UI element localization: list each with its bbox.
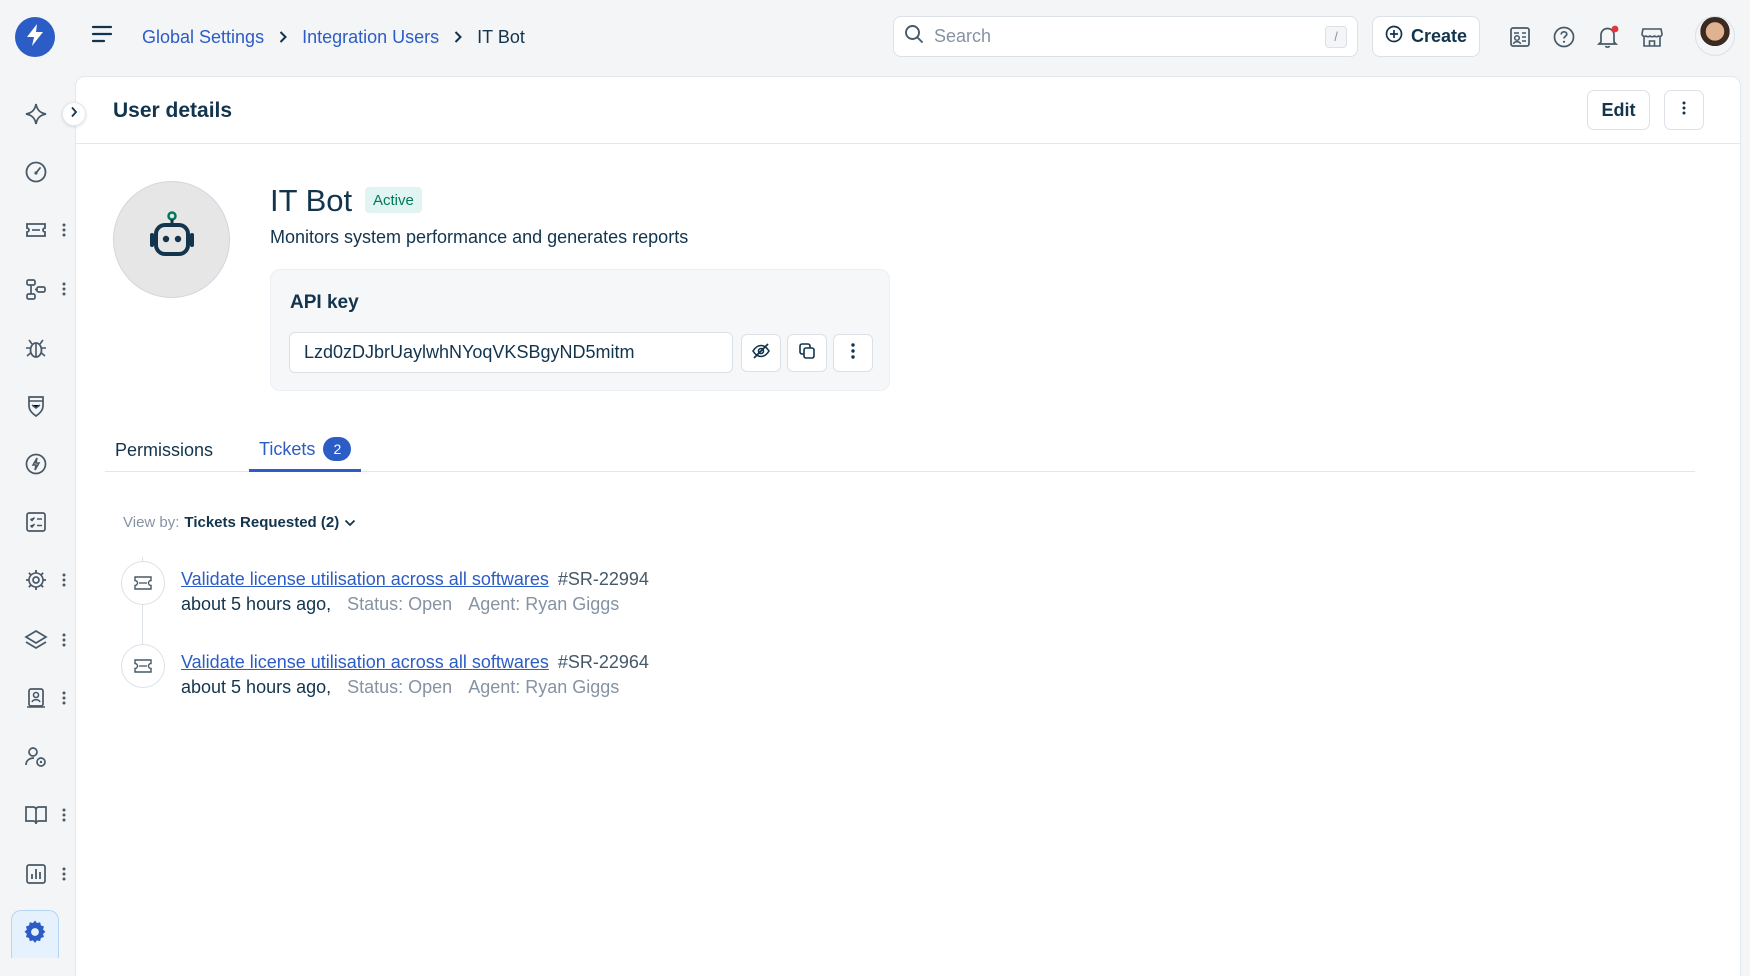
ticket-link[interactable]: Validate license utilisation across all … (181, 652, 549, 672)
bolt-icon[interactable] (20, 448, 52, 480)
ticket-agent: Agent: Ryan Giggs (468, 677, 620, 697)
ticket-status: Status: Open (347, 677, 453, 697)
chevron-right-icon (70, 105, 78, 123)
plus-circle-icon (1385, 25, 1403, 48)
ticket-time: about 5 hours ago, (181, 594, 332, 614)
user-avatar[interactable] (1695, 16, 1735, 56)
layers-icon[interactable] (20, 624, 52, 656)
search-input[interactable] (934, 26, 1325, 47)
ticket-title-row: Validate license utilisation across all … (181, 569, 649, 590)
chevron-right-icon (278, 30, 288, 44)
chevron-right-icon (453, 30, 463, 44)
detail-tabs: Permissions Tickets 2 (105, 429, 1695, 472)
settings-more-icon[interactable] (58, 568, 70, 592)
tab-tickets-label: Tickets (259, 438, 316, 459)
dashboard-icon[interactable] (20, 156, 52, 188)
tab-permissions-label: Permissions (115, 440, 214, 460)
card-header: User details Edit (76, 77, 1740, 144)
contact-icon[interactable] (20, 682, 52, 714)
sparkle-icon[interactable] (20, 98, 52, 130)
ticket-icon[interactable] (20, 214, 52, 246)
sidebar-item-admin-settings[interactable] (11, 910, 59, 958)
api-key-more-button[interactable] (833, 334, 873, 372)
search-icon (904, 24, 924, 49)
breadcrumb-current: IT Bot (477, 26, 525, 47)
global-search[interactable]: / (893, 16, 1358, 57)
ticket-item: Validate license utilisation across all … (121, 644, 1021, 704)
eye-slash-icon (751, 342, 771, 365)
toggle-visibility-button[interactable] (741, 334, 781, 372)
api-key-title: API key (290, 292, 359, 313)
view-by-label: View by: (123, 514, 180, 531)
page-title: User details (113, 99, 233, 122)
search-shortcut-hint: / (1325, 25, 1347, 48)
ticket-status: Status: Open (347, 594, 453, 614)
ticket-agent: Agent: Ryan Giggs (468, 594, 620, 614)
chevron-down-icon (344, 514, 356, 531)
sidebar (0, 0, 75, 976)
view-by-filter: View by: Tickets Requested (2) (123, 514, 356, 531)
gear-icon (22, 919, 48, 950)
ticket-icon (121, 561, 165, 605)
sidebar-expand-button[interactable] (62, 102, 86, 126)
checklist-icon[interactable] (20, 506, 52, 538)
lightning-logo-icon (24, 23, 46, 52)
contact-card-icon[interactable] (1505, 22, 1535, 52)
ticket-link[interactable]: Validate license utilisation across all … (181, 569, 549, 589)
ticket-meta-row: about 5 hours ago, Status: Open Agent: R… (181, 594, 619, 615)
breadcrumb: Global Settings Integration Users IT Bot (142, 24, 525, 50)
layers-more-icon[interactable] (58, 628, 70, 652)
book-icon[interactable] (20, 799, 52, 831)
shield-icon[interactable] (20, 390, 52, 422)
edit-button[interactable]: Edit (1587, 90, 1650, 130)
workflow-icon[interactable] (20, 273, 52, 305)
ticket-id: #SR-22994 (557, 569, 649, 589)
settings-cog-icon[interactable] (20, 564, 52, 596)
breadcrumb-global-settings[interactable]: Global Settings (142, 27, 264, 48)
contact-more-icon[interactable] (58, 686, 70, 710)
bug-icon[interactable] (20, 332, 52, 364)
copy-button[interactable] (787, 334, 827, 372)
bot-avatar (113, 181, 230, 298)
book-more-icon[interactable] (58, 803, 70, 827)
ticket-item: Validate license utilisation across all … (121, 561, 1021, 621)
marketplace-icon[interactable] (1637, 22, 1667, 52)
api-key-panel: API key Lzd0zDJbrUaylwhNYoqVKSBgyND5mitm (270, 269, 890, 391)
ticket-time: about 5 hours ago, (181, 677, 332, 697)
kebab-menu-icon (1682, 101, 1686, 120)
status-badge: Active (365, 187, 422, 213)
notification-bell-icon[interactable] (1593, 22, 1623, 52)
robot-icon (144, 209, 200, 270)
reports-more-icon[interactable] (58, 862, 70, 886)
ticket-meta-row: about 5 hours ago, Status: Open Agent: R… (181, 677, 619, 698)
hamburger-icon (91, 25, 113, 48)
user-details-card: User details Edit IT Bot Active Monitors… (75, 76, 1741, 976)
breadcrumb-integration-users[interactable]: Integration Users (302, 27, 439, 48)
reports-icon[interactable] (20, 858, 52, 890)
api-key-field[interactable]: Lzd0zDJbrUaylwhNYoqVKSBgyND5mitm (289, 332, 733, 373)
menu-toggle-button[interactable] (88, 22, 116, 50)
view-by-value: Tickets Requested (2) (184, 514, 340, 531)
tab-tickets-count: 2 (323, 437, 352, 461)
ticket-title-row: Validate license utilisation across all … (181, 652, 649, 673)
user-name: IT Bot (270, 183, 353, 218)
workflow-more-icon[interactable] (58, 277, 70, 301)
create-button-label: Create (1410, 26, 1468, 46)
help-icon[interactable] (1549, 22, 1579, 52)
more-actions-button[interactable] (1664, 90, 1704, 130)
user-description: Monitors system performance and generate… (270, 227, 689, 247)
app-logo[interactable] (15, 17, 55, 57)
ticket-more-icon[interactable] (58, 218, 70, 242)
tab-tickets[interactable]: Tickets 2 (249, 429, 362, 472)
create-button[interactable]: Create (1372, 16, 1480, 57)
kebab-menu-icon (851, 342, 855, 364)
ticket-id: #SR-22964 (557, 652, 649, 672)
copy-icon (798, 342, 816, 365)
user-settings-icon[interactable] (20, 741, 52, 773)
view-by-dropdown[interactable]: Tickets Requested (2) (184, 514, 356, 531)
ticket-icon (121, 644, 165, 688)
tab-permissions[interactable]: Permissions (105, 429, 223, 472)
